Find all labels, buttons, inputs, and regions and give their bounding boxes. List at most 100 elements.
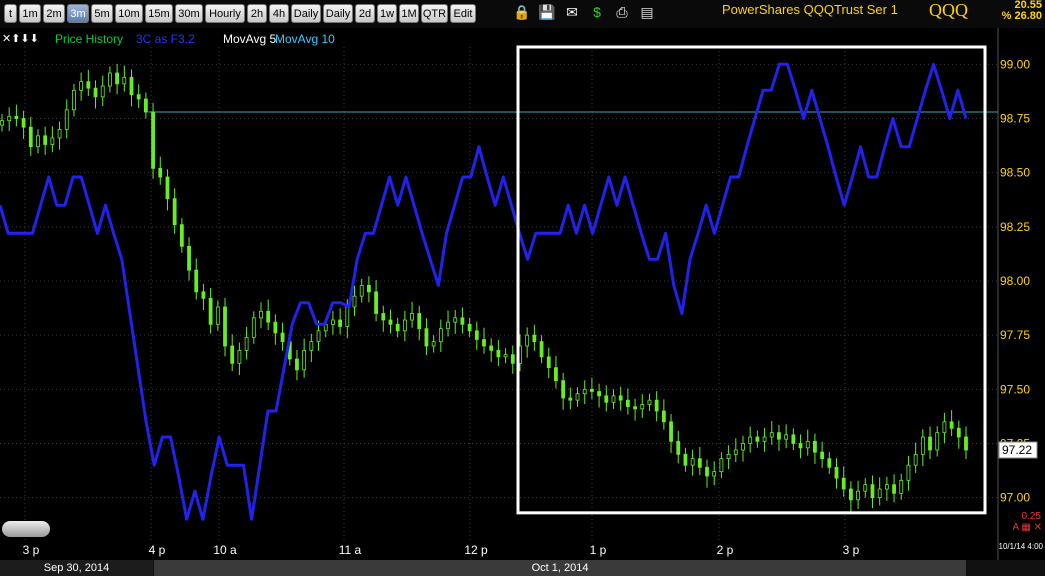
last-price-label-text: 97.22 bbox=[1002, 443, 1032, 457]
date-bar: Sep 30, 2014 Oct 1, 2014 bbox=[0, 560, 1045, 576]
legend-item-0[interactable]: Price History bbox=[55, 32, 123, 46]
candle-body-39 bbox=[280, 332, 285, 343]
candle-body-24 bbox=[172, 198, 177, 226]
candle-body-43 bbox=[309, 341, 314, 351]
candle-body-91 bbox=[654, 399, 659, 412]
x-tick-label-1: 4 p bbox=[149, 543, 166, 557]
candle-body-127 bbox=[913, 453, 918, 466]
candle-body-56 bbox=[402, 319, 407, 332]
candle-body-58 bbox=[417, 313, 422, 330]
candle-body-96 bbox=[690, 458, 695, 466]
candle-body-6 bbox=[43, 135, 48, 145]
legend-controls-icon[interactable]: ✕⬆⬇⬇ bbox=[2, 32, 39, 45]
3c-indicator-line bbox=[0, 62, 968, 521]
candle-body-17 bbox=[122, 76, 127, 85]
candle-body-117 bbox=[841, 477, 846, 490]
y-tick-label-8: 97.00 bbox=[1000, 491, 1030, 505]
candle-body-54 bbox=[388, 319, 393, 325]
candle-body-15 bbox=[108, 72, 112, 87]
candle-body-37 bbox=[266, 310, 271, 323]
candle-body-5 bbox=[36, 135, 40, 148]
candle-body-8 bbox=[57, 128, 62, 139]
candle-body-87 bbox=[625, 399, 630, 408]
legend-item-3[interactable]: MovAvg 10 bbox=[275, 32, 335, 46]
candle-body-31 bbox=[223, 306, 227, 347]
candle-body-104 bbox=[748, 436, 753, 444]
candle-body-27 bbox=[194, 269, 199, 293]
candle-body-108 bbox=[777, 432, 781, 440]
candle-body-105 bbox=[755, 436, 760, 442]
candle-body-90 bbox=[647, 399, 652, 405]
scale-tools[interactable]: A ▦ ✕ bbox=[1012, 522, 1042, 533]
candle-body-95 bbox=[683, 453, 688, 466]
candle-body-32 bbox=[230, 345, 235, 364]
candle-body-116 bbox=[834, 466, 839, 479]
candle-body-19 bbox=[136, 94, 141, 100]
candle-body-3 bbox=[21, 118, 26, 128]
candle-body-33 bbox=[237, 349, 242, 364]
y-tick-label-0: 99.00 bbox=[1000, 57, 1030, 71]
candle-body-121 bbox=[870, 484, 875, 499]
candle-body-67 bbox=[482, 339, 486, 347]
candle-body-106 bbox=[762, 436, 767, 442]
candle-body-111 bbox=[798, 443, 803, 449]
candle-body-77 bbox=[554, 367, 558, 382]
candle-body-129 bbox=[928, 436, 932, 451]
candle-body-50 bbox=[359, 284, 364, 297]
candle-body-23 bbox=[165, 176, 170, 200]
scale-value: 0.25 bbox=[1021, 511, 1041, 522]
candle-body-101 bbox=[726, 453, 731, 460]
y-axis: 99.0098.7598.5098.2598.0097.7597.5097.25… bbox=[997, 28, 1030, 560]
candle-body-62 bbox=[446, 321, 450, 330]
candle-body-89 bbox=[640, 404, 645, 410]
last-timestamp: 10/1/14 4:00 bbox=[998, 542, 1043, 551]
last-price-label: 97.22 bbox=[998, 441, 1038, 459]
date-oct-1: Oct 1, 2014 bbox=[154, 560, 966, 576]
candle-body-88 bbox=[633, 406, 637, 410]
candle-body-7 bbox=[50, 137, 55, 145]
y-tick-label-3: 98.25 bbox=[1000, 220, 1030, 234]
price-chart[interactable]: 99.0098.7598.5098.2598.0097.7597.5097.25… bbox=[0, 0, 1045, 560]
candle-body-48 bbox=[345, 306, 350, 327]
candle-body-71 bbox=[510, 354, 515, 364]
candle-body-28 bbox=[201, 291, 206, 299]
y-tick-label-1: 98.75 bbox=[1000, 112, 1030, 126]
candle-body-83 bbox=[597, 391, 602, 397]
candle-body-68 bbox=[489, 345, 494, 351]
candle-body-25 bbox=[179, 224, 184, 247]
scroll-thumb[interactable] bbox=[2, 521, 50, 537]
x-tick-label-7: 3 p bbox=[843, 543, 860, 557]
candle-body-134 bbox=[964, 436, 968, 451]
candle-body-98 bbox=[705, 466, 709, 477]
candle-body-119 bbox=[856, 490, 860, 501]
x-tick-label-3: 11 a bbox=[339, 543, 362, 557]
candle-body-30 bbox=[215, 306, 220, 325]
candle-body-10 bbox=[72, 89, 76, 111]
candle-body-21 bbox=[151, 111, 155, 169]
candle-body-81 bbox=[582, 388, 587, 395]
candle-body-122 bbox=[877, 488, 882, 499]
candle-body-94 bbox=[676, 440, 681, 455]
candle-body-132 bbox=[949, 421, 954, 429]
candle-body-85 bbox=[611, 395, 616, 403]
candle-body-22 bbox=[158, 167, 163, 178]
candle-body-47 bbox=[338, 319, 343, 327]
candle-body-128 bbox=[920, 436, 925, 455]
candle-body-29 bbox=[208, 297, 213, 325]
date-sep-30: Sep 30, 2014 bbox=[0, 560, 153, 576]
legend-item-1[interactable]: 3C as F3.2 bbox=[136, 32, 195, 46]
x-tick-label-4: 12 p bbox=[464, 543, 488, 557]
candle-body-64 bbox=[460, 317, 465, 325]
candle-body-14 bbox=[100, 85, 105, 98]
candle-body-9 bbox=[64, 109, 69, 130]
legend-item-2[interactable]: MovAvg 5 bbox=[223, 32, 276, 46]
candle-body-65 bbox=[467, 323, 472, 332]
candle-body-78 bbox=[561, 380, 566, 399]
candle-body-86 bbox=[618, 395, 623, 401]
candle-body-80 bbox=[575, 393, 580, 401]
candle-body-55 bbox=[395, 323, 400, 332]
candle-body-73 bbox=[525, 334, 530, 347]
candle-body-36 bbox=[259, 310, 263, 319]
x-axis: 3 p 4 p 10 a 11 a 12 p 1 p 2 p 3 p bbox=[23, 543, 860, 557]
candle-body-130 bbox=[935, 432, 940, 451]
